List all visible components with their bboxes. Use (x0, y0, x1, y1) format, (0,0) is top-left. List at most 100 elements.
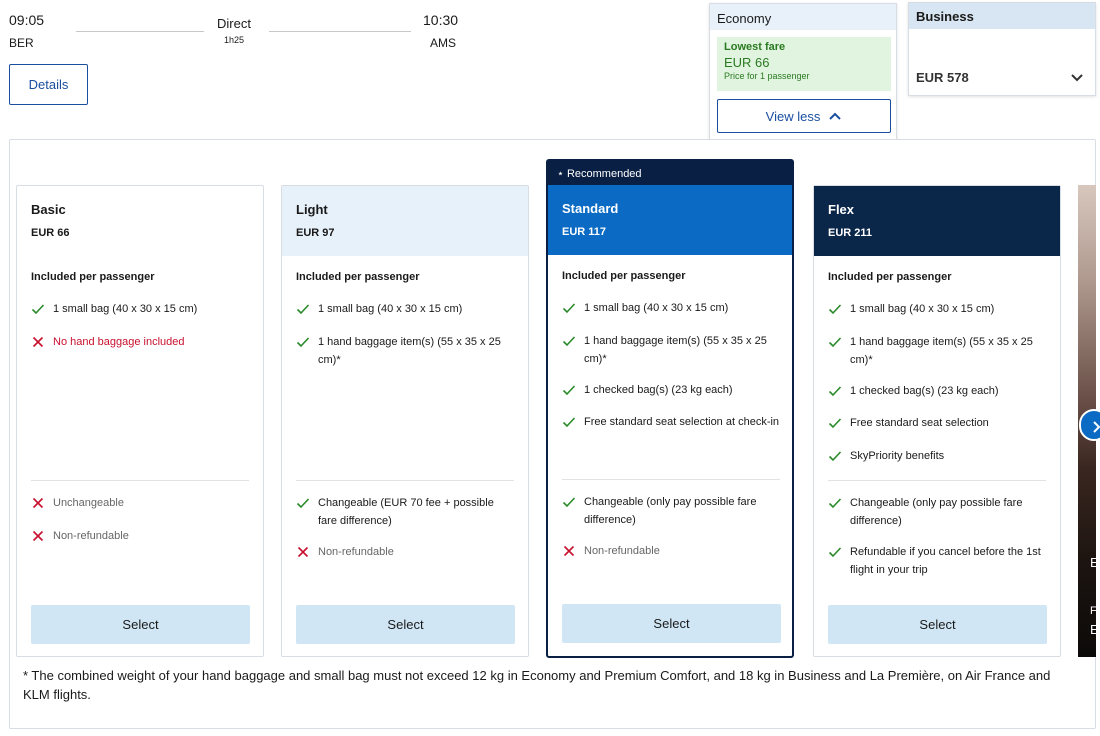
cabin-business[interactable]: Business EUR 578 (908, 2, 1096, 96)
fare-card-standard: ⋆ Recommended Standard EUR 117 Included … (546, 159, 794, 658)
price-note: Price for 1 passenger (724, 71, 810, 81)
route-line (76, 31, 204, 32)
feature-item: 1 hand baggage item(s) (55 x 35 x 25 cm)… (562, 332, 780, 368)
cross-icon (32, 336, 44, 348)
fare-price: EUR 97 (296, 227, 335, 239)
fare-price: EUR 211 (828, 227, 873, 239)
included-heading: Included per passenger (31, 271, 155, 283)
select-basic-button[interactable]: Select (31, 605, 250, 644)
feature-item: 1 small bag (40 x 30 x 15 cm) (31, 300, 249, 318)
check-icon (828, 451, 842, 462)
view-less-button[interactable]: View less (717, 99, 891, 133)
check-icon (562, 336, 576, 347)
select-standard-button[interactable]: Select (562, 604, 781, 643)
select-light-button[interactable]: Select (296, 605, 515, 644)
check-icon (562, 303, 576, 314)
check-icon (562, 497, 576, 508)
recommended-badge: ⋆ Recommended (548, 161, 792, 185)
departure-airport: BER (9, 36, 34, 50)
carousel-next-button[interactable] (1079, 409, 1100, 441)
check-icon (296, 498, 310, 509)
fare-name: Basic (31, 202, 66, 217)
check-icon (828, 547, 842, 558)
route-line (269, 31, 411, 32)
divider (828, 480, 1046, 481)
fare-price: EUR 66 (31, 227, 70, 239)
included-heading: Included per passenger (828, 271, 952, 283)
fare-header: Basic EUR 66 (17, 186, 263, 256)
lowest-fare-label: Lowest fare (724, 41, 786, 53)
lowest-fare-box: Lowest fare EUR 66 Price for 1 passenger (717, 37, 891, 91)
check-icon (828, 498, 842, 509)
duration-label: 1h25 (224, 35, 245, 45)
cabin-economy[interactable]: Economy Lowest fare EUR 66 Price for 1 p… (709, 3, 897, 140)
fare-card-flex: Flex EUR 211 Included per passenger 1 sm… (813, 185, 1061, 657)
feature-item: 1 small bag (40 x 30 x 15 cm) (562, 299, 780, 317)
cabin-business-title: Business (909, 3, 1095, 29)
check-icon (296, 304, 310, 315)
stops-label: Direct (217, 16, 251, 31)
condition-item: Changeable (only pay possible fare diffe… (562, 493, 780, 529)
fare-header: Light EUR 97 (282, 186, 528, 256)
select-flex-button[interactable]: Select (828, 605, 1047, 644)
chevron-down-icon[interactable] (1069, 70, 1085, 86)
departure-time: 09:05 (9, 12, 45, 28)
arrival-time: 10:30 (423, 12, 459, 28)
condition-item: Non-refundable (31, 527, 249, 545)
chevron-right-icon (1093, 421, 1100, 433)
feature-item: 1 checked bag(s) (23 kg each) (562, 381, 780, 399)
arrival-airport: AMS (430, 36, 457, 50)
business-price: EUR 578 (916, 70, 969, 85)
details-button[interactable]: Details (9, 64, 88, 105)
fare-card-light: Light EUR 97 Included per passenger 1 sm… (281, 185, 529, 657)
check-icon (296, 337, 310, 348)
fare-name: Light (296, 202, 328, 217)
condition-item: Changeable (EUR 70 fee + possible fare d… (296, 494, 514, 530)
baggage-footnote: * The combined weight of your hand bagga… (23, 668, 1051, 702)
feature-item: 1 checked bag(s) (23 kg each) (828, 382, 1046, 400)
cross-icon (32, 497, 44, 509)
promo-title: E (1090, 555, 1096, 570)
lowest-fare-price: EUR 66 (724, 55, 770, 70)
condition-item: Non-refundable (562, 542, 780, 560)
included-heading: Included per passenger (296, 271, 420, 283)
chevron-up-icon (829, 112, 842, 120)
divider (562, 479, 780, 480)
fare-name: Flex (828, 202, 855, 217)
condition-item: Non-refundable (296, 543, 514, 561)
fare-price: EUR 117 (562, 226, 607, 238)
feature-item: 1 small bag (40 x 30 x 15 cm) (296, 300, 514, 318)
cross-icon (297, 546, 309, 558)
promo-price: E (1090, 622, 1096, 637)
feature-item: 1 hand baggage item(s) (55 x 35 x 25 cm)… (296, 333, 514, 369)
promo-subtitle: F (1090, 605, 1096, 617)
flight-summary: 09:05 BER Direct 1h25 10:30 AMS (9, 12, 469, 52)
feature-item: 1 small bag (40 x 30 x 15 cm) (828, 300, 1046, 318)
fare-header: Standard EUR 117 (548, 185, 792, 255)
check-icon (828, 386, 842, 397)
feature-item: No hand baggage included (31, 333, 249, 351)
feature-item: 1 hand baggage item(s) (55 x 35 x 25 cm)… (828, 333, 1046, 369)
condition-item: Refundable if you cancel before the 1st … (828, 543, 1046, 579)
check-icon (31, 304, 45, 315)
check-icon (562, 385, 576, 396)
condition-item: Changeable (only pay possible fare diffe… (828, 494, 1046, 530)
check-icon (828, 337, 842, 348)
cabin-economy-title: Economy (710, 4, 896, 30)
divider (31, 480, 249, 481)
feature-item: SkyPriority benefits (828, 447, 1046, 465)
cross-icon (563, 545, 575, 557)
feature-item: Free standard seat selection at check-in (562, 413, 780, 431)
fare-header: Flex EUR 211 (814, 186, 1060, 256)
check-icon (828, 418, 842, 429)
included-heading: Included per passenger (562, 270, 686, 282)
divider (296, 480, 514, 481)
check-icon (828, 304, 842, 315)
fare-card-basic: Basic EUR 66 Included per passenger 1 sm… (16, 185, 264, 657)
condition-item: Unchangeable (31, 494, 249, 512)
cross-icon (32, 530, 44, 542)
fare-name: Standard (562, 201, 619, 216)
feature-item: Free standard seat selection (828, 414, 1046, 432)
view-less-label: View less (765, 108, 821, 124)
check-icon (562, 417, 576, 428)
